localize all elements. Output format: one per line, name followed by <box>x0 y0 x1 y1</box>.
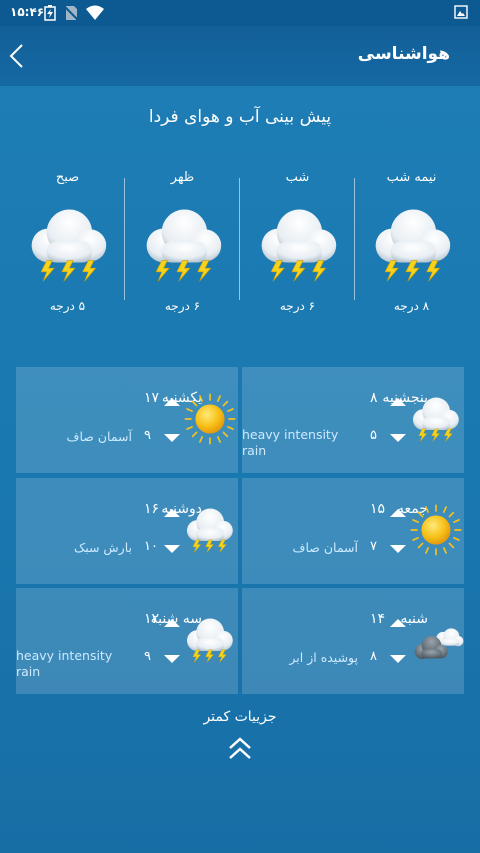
period-night: شب ۶ درجه <box>240 160 355 320</box>
high-arrow-icon <box>164 398 180 406</box>
high-arrow-icon <box>390 509 406 517</box>
period-name: شب <box>285 170 310 185</box>
high-arrow-icon <box>164 619 180 627</box>
low-temp: ۸ <box>370 649 377 664</box>
low-temp: ۱۰ <box>144 539 158 554</box>
back-icon[interactable] <box>6 42 28 70</box>
condition-text: heavy intensity rain <box>242 427 339 458</box>
period-name: نیمه شب <box>386 170 437 185</box>
period-temp: ۶ درجه <box>279 299 316 313</box>
less-details-link[interactable]: جزییات کمتر <box>0 709 480 725</box>
period-divider <box>354 178 355 300</box>
high-arrow-icon <box>164 509 180 517</box>
status-time: ۱۵:۴۶ <box>10 5 45 19</box>
gallery-icon <box>454 5 468 19</box>
period-midnight: نیمه شب ۸ درجه <box>354 160 469 320</box>
high-temp: ۸ <box>370 390 378 406</box>
period-divider <box>239 178 240 300</box>
battery-charging-icon <box>44 5 56 21</box>
storm-icon <box>375 209 451 282</box>
day-card-tuesday[interactable]: سه شنبه ۱۲ ۹ heavy intensity rain <box>16 588 238 694</box>
period-morning: صبح ۵ درجه <box>10 160 125 320</box>
high-temp: ۱۷ <box>144 390 160 406</box>
storm-icon <box>412 397 459 442</box>
condition-text: آسمان صاف <box>66 429 132 444</box>
day-card-thursday[interactable]: پنجشنبه ۸ ۵ heavy intensity rain <box>242 367 464 473</box>
storm-icon <box>31 209 107 282</box>
sun-icon <box>184 393 236 445</box>
period-divider <box>124 178 125 300</box>
period-name: صبح <box>55 170 80 185</box>
condition-text: آسمان صاف <box>292 540 358 555</box>
low-temp: ۹ <box>144 649 151 664</box>
high-temp: ۱۴ <box>370 611 386 627</box>
period-temp: ۶ درجه <box>164 299 201 313</box>
high-temp: ۱۵ <box>370 501 386 517</box>
storm-icon <box>186 508 233 553</box>
day-card-friday[interactable]: جمعه ۱۵ ۷ آسمان صاف <box>242 478 464 584</box>
dark-clouds-icon <box>414 628 464 660</box>
condition-text: heavy intensity rain <box>16 648 113 679</box>
condition-text: بارش سبک <box>74 540 132 555</box>
wifi-icon <box>86 5 104 20</box>
low-arrow-icon <box>390 655 406 663</box>
period-temp: ۵ درجه <box>49 299 86 313</box>
double-chevron-up-icon[interactable] <box>226 736 254 762</box>
tomorrow-periods: نیمه شب ۸ درجه شب ۶ درجه ظهر ۶ درجه صبح … <box>0 160 480 320</box>
storm-icon <box>146 209 222 282</box>
storm-icon <box>186 618 233 663</box>
high-temp: ۱۲ <box>144 611 160 627</box>
high-arrow-icon <box>390 619 406 627</box>
low-temp: ۵ <box>370 428 377 443</box>
day-card-saturday[interactable]: شنبه ۱۴ ۸ پوشیده از ابر <box>242 588 464 694</box>
condition-text: پوشیده از ابر <box>289 650 358 665</box>
low-temp: ۹ <box>144 428 151 443</box>
high-arrow-icon <box>390 398 406 406</box>
low-arrow-icon <box>164 434 180 442</box>
sun-icon <box>410 504 462 556</box>
storm-icon <box>261 209 337 282</box>
low-temp: ۷ <box>370 539 377 554</box>
high-temp: ۱۶ <box>144 501 160 517</box>
app-bar: هواشناسی <box>0 26 480 86</box>
forecast-title: پیش بینی آب و هوای فردا <box>148 107 332 127</box>
period-name: ظهر <box>170 170 195 185</box>
no-sim-icon <box>63 5 79 21</box>
low-arrow-icon <box>390 434 406 442</box>
low-arrow-icon <box>164 655 180 663</box>
low-arrow-icon <box>390 545 406 553</box>
period-temp: ۸ درجه <box>393 299 430 313</box>
status-bar: ۱۵:۴۶ <box>0 0 480 26</box>
app-title: هواشناسی <box>357 44 450 64</box>
day-card-monday[interactable]: دوشنبه ۱۶ ۱۰ بارش سبک <box>16 478 238 584</box>
day-card-sunday[interactable]: یکشنبه ۱۷ ۹ آسمان صاف <box>16 367 238 473</box>
period-noon: ظهر ۶ درجه <box>125 160 240 320</box>
low-arrow-icon <box>164 545 180 553</box>
